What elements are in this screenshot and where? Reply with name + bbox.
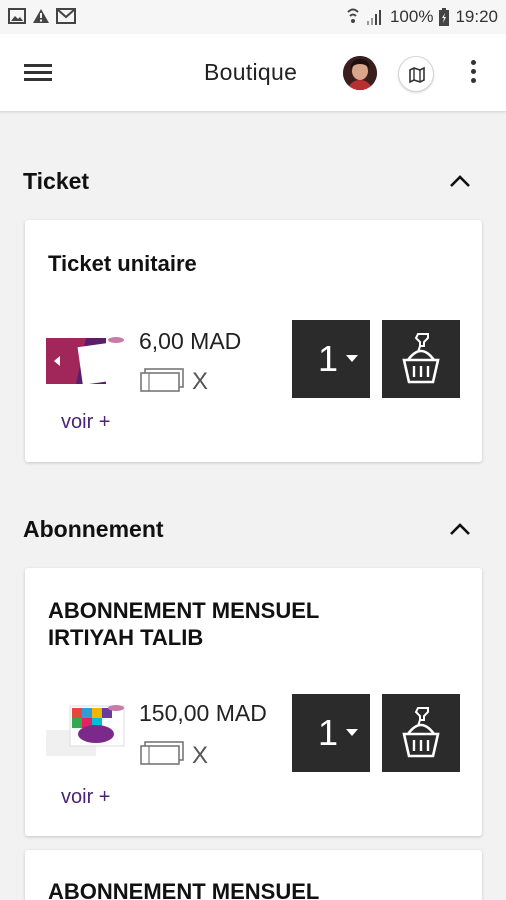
add-to-basket-button[interactable] xyxy=(382,694,460,772)
menu-icon[interactable] xyxy=(24,60,56,86)
image-icon xyxy=(8,8,26,24)
page-title: Boutique xyxy=(204,59,298,85)
battery-percent: 100% xyxy=(389,7,434,26)
quantity-dropdown[interactable]: 1 xyxy=(292,694,370,772)
product-card-ticket-unitaire: Ticket unitaire 6,00 MAD X voir + 1 xyxy=(25,220,482,462)
product-image xyxy=(46,700,126,756)
more-vert-icon[interactable] xyxy=(468,60,478,88)
battery-icon xyxy=(439,8,450,26)
quantity-dropdown[interactable]: 1 xyxy=(292,320,370,398)
signal-icon xyxy=(366,9,384,25)
section-title-abonnement: Abonnement xyxy=(23,516,164,542)
mail-icon xyxy=(56,8,76,24)
warning-icon xyxy=(32,8,50,24)
product-title-line1: ABONNEMENT MENSUEL xyxy=(48,598,320,623)
product-price: 6,00 MAD xyxy=(139,328,242,354)
product-image xyxy=(46,330,127,386)
product-card-abonnement-2: ABONNEMENT MENSUEL xyxy=(25,850,482,900)
caret-down-icon xyxy=(346,729,358,736)
quantity-value: 1 xyxy=(318,712,339,753)
chevron-up-icon[interactable] xyxy=(447,520,473,540)
clock: 19:20 xyxy=(455,7,498,26)
quantity-x-label: X xyxy=(192,368,209,395)
map-button[interactable] xyxy=(398,56,434,92)
status-bar: 100% 19:20 xyxy=(0,0,506,34)
product-title-line1: ABONNEMENT MENSUEL xyxy=(48,879,320,900)
caret-down-icon xyxy=(346,355,358,362)
section-title-ticket: Ticket xyxy=(23,168,90,194)
add-to-basket-button[interactable] xyxy=(382,320,460,398)
ticket-icon xyxy=(139,740,185,771)
voir-plus-link[interactable]: voir + xyxy=(61,786,110,809)
product-title-line2: IRTIYAH TALIB xyxy=(48,625,204,650)
product-title: Ticket unitaire xyxy=(48,251,197,276)
chevron-up-icon[interactable] xyxy=(447,172,473,192)
product-price: 150,00 MAD xyxy=(139,700,267,726)
voir-plus-link[interactable]: voir + xyxy=(61,411,110,434)
product-card-abonnement-irtiyah: ABONNEMENT MENSUEL IRTIYAH TALIB 150,00 … xyxy=(25,568,482,836)
avatar[interactable] xyxy=(343,56,377,90)
quantity-value: 1 xyxy=(318,338,339,379)
quantity-x-label: X xyxy=(192,742,209,769)
app-bar: Boutique xyxy=(0,34,506,112)
alarm-icon xyxy=(346,8,360,26)
ticket-icon xyxy=(139,367,185,398)
